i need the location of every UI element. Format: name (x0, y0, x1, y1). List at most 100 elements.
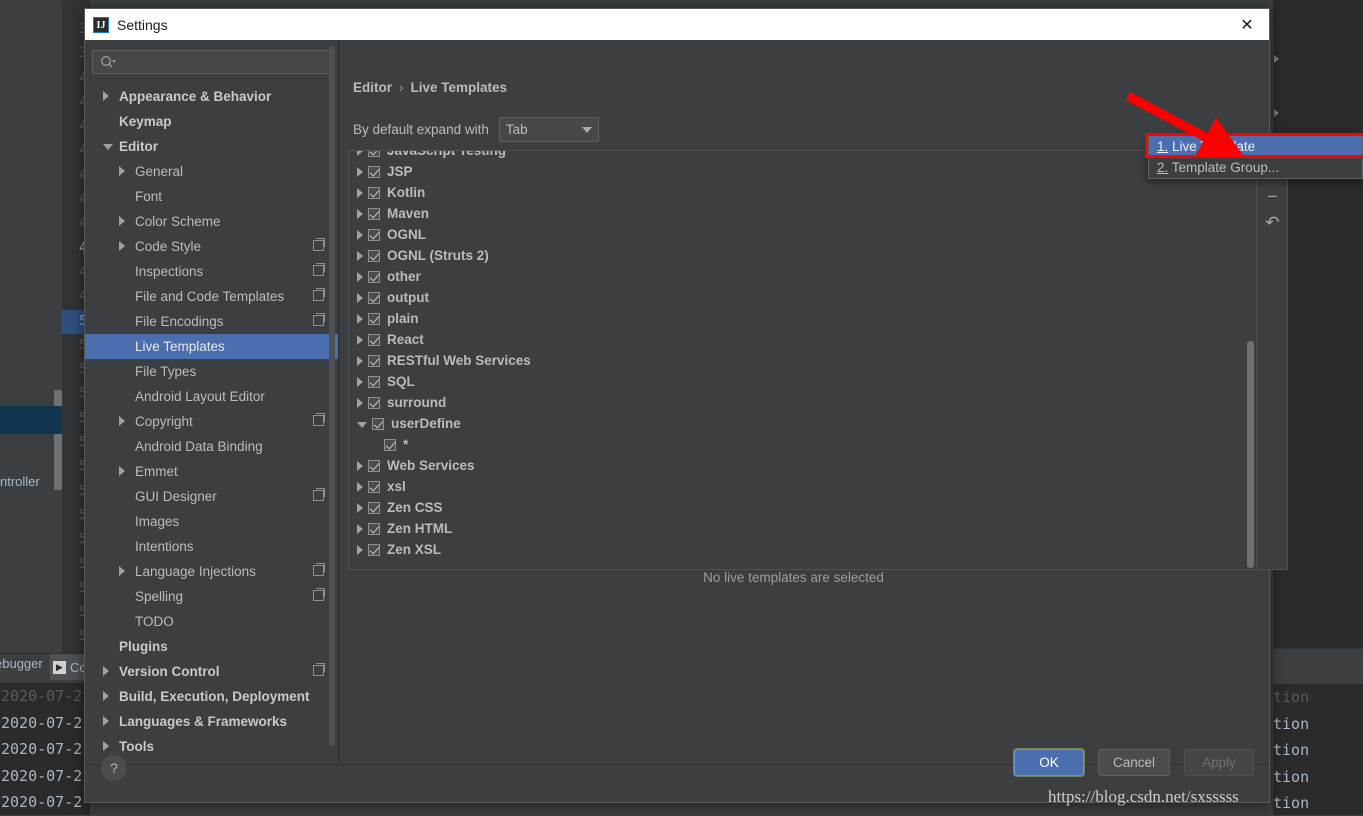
sidebar-item-font[interactable]: Font (85, 184, 338, 209)
expand-with-select[interactable]: Tab (499, 117, 599, 142)
template-group-checkbox[interactable] (368, 250, 380, 262)
chevron-right-icon[interactable] (103, 716, 109, 726)
chevron-right-icon[interactable] (103, 691, 109, 701)
template-group-row[interactable]: OGNL (349, 224, 1256, 245)
chevron-right-icon[interactable] (357, 209, 363, 219)
chevron-right-icon[interactable] (357, 230, 363, 240)
chevron-right-icon[interactable] (357, 150, 363, 156)
template-group-row[interactable]: Zen XSL (349, 539, 1256, 560)
template-group-row[interactable]: * (349, 434, 1256, 455)
template-group-checkbox[interactable] (368, 376, 380, 388)
search-input[interactable] (92, 50, 331, 74)
sidebar-item-general[interactable]: General (85, 159, 338, 184)
sidebar-item-code-style[interactable]: Code Style (85, 234, 338, 259)
sidebar-item-language-injections[interactable]: Language Injections (85, 559, 338, 584)
template-group-row[interactable]: Zen CSS (349, 497, 1256, 518)
chevron-right-icon[interactable] (357, 398, 363, 408)
chevron-right-icon[interactable] (357, 545, 363, 555)
template-group-row[interactable]: Kotlin (349, 182, 1256, 203)
ok-button[interactable]: OK (1014, 749, 1084, 776)
template-group-checkbox[interactable] (368, 523, 380, 535)
chevron-right-icon[interactable] (103, 91, 109, 101)
template-group-row[interactable]: JSP (349, 161, 1256, 182)
template-group-row[interactable]: Zen HTML (349, 518, 1256, 539)
sidebar-item-appearance-behavior[interactable]: Appearance & Behavior (85, 84, 338, 109)
template-group-checkbox[interactable] (384, 439, 396, 451)
sidebar-item-spelling[interactable]: Spelling (85, 584, 338, 609)
apply-button[interactable]: Apply (1184, 749, 1254, 776)
template-group-row[interactable]: RESTful Web Services (349, 350, 1256, 371)
chevron-down-icon[interactable] (103, 144, 113, 150)
template-group-checkbox[interactable] (368, 292, 380, 304)
remove-button[interactable]: − (1260, 184, 1286, 210)
chevron-down-icon[interactable] (357, 422, 367, 428)
chevron-right-icon[interactable] (119, 566, 125, 576)
template-group-row[interactable]: userDefine (349, 413, 1256, 434)
chevron-right-icon[interactable] (357, 482, 363, 492)
sidebar-item-inspections[interactable]: Inspections (85, 259, 338, 284)
sidebar-item-android-data-binding[interactable]: Android Data Binding (85, 434, 338, 459)
template-group-checkbox[interactable] (368, 166, 380, 178)
template-group-checkbox[interactable] (368, 502, 380, 514)
template-group-checkbox[interactable] (368, 334, 380, 346)
template-group-row[interactable]: plain (349, 308, 1256, 329)
sidebar-item-todo[interactable]: TODO (85, 609, 338, 634)
sidebar-item-emmet[interactable]: Emmet (85, 459, 338, 484)
template-group-row[interactable]: other (349, 266, 1256, 287)
template-list-scrollbar[interactable] (1247, 341, 1254, 568)
chevron-right-icon[interactable] (357, 356, 363, 366)
sidebar-item-tools[interactable]: Tools (85, 734, 338, 759)
chevron-right-icon[interactable] (119, 216, 125, 226)
chevron-right-icon[interactable] (357, 335, 363, 345)
sidebar-item-intentions[interactable]: Intentions (85, 534, 338, 559)
sidebar-item-file-types[interactable]: File Types (85, 359, 338, 384)
cancel-button[interactable]: Cancel (1098, 749, 1170, 776)
close-icon[interactable]: ✕ (1225, 9, 1269, 40)
template-group-row[interactable]: SQL (349, 371, 1256, 392)
sidebar-item-languages-frameworks[interactable]: Languages & Frameworks (85, 709, 338, 734)
sidebar-item-editor[interactable]: Editor (85, 134, 338, 159)
template-group-checkbox[interactable] (368, 397, 380, 409)
template-group-checkbox[interactable] (368, 208, 380, 220)
chevron-right-icon[interactable] (357, 503, 363, 513)
chevron-right-icon[interactable] (119, 241, 125, 251)
template-group-checkbox[interactable] (368, 355, 380, 367)
template-group-row[interactable]: Web Services (349, 455, 1256, 476)
background-tab-debugger[interactable]: ebugger (0, 656, 43, 671)
template-group-checkbox[interactable] (368, 271, 380, 283)
sidebar-item-plugins[interactable]: Plugins (85, 634, 338, 659)
sidebar-item-color-scheme[interactable]: Color Scheme (85, 209, 338, 234)
template-group-row[interactable]: xsl (349, 476, 1256, 497)
chevron-right-icon[interactable] (357, 272, 363, 282)
chevron-right-icon[interactable] (357, 251, 363, 261)
sidebar-item-copyright[interactable]: Copyright (85, 409, 338, 434)
sidebar-item-android-layout-editor[interactable]: Android Layout Editor (85, 384, 338, 409)
help-button[interactable]: ? (101, 755, 127, 781)
template-group-checkbox[interactable] (368, 460, 380, 472)
chevron-right-icon[interactable] (357, 377, 363, 387)
template-group-checkbox[interactable] (372, 418, 384, 430)
sidebar-item-version-control[interactable]: Version Control (85, 659, 338, 684)
chevron-right-icon[interactable] (357, 314, 363, 324)
chevron-right-icon[interactable] (357, 188, 363, 198)
sidebar-item-live-templates[interactable]: Live Templates (85, 334, 338, 359)
chevron-right-icon[interactable] (119, 466, 125, 476)
chevron-right-icon[interactable] (357, 461, 363, 471)
chevron-right-icon[interactable] (357, 293, 363, 303)
template-group-row[interactable]: JavaScript Testing (349, 150, 1256, 161)
menu-item-live-template[interactable]: 1. Live Template (1149, 136, 1362, 157)
template-group-checkbox[interactable] (368, 187, 380, 199)
template-group-checkbox[interactable] (368, 544, 380, 556)
chevron-right-icon[interactable] (357, 167, 363, 177)
template-group-checkbox[interactable] (368, 229, 380, 241)
chevron-right-icon[interactable] (103, 666, 109, 676)
menu-item-template-group[interactable]: 2. Template Group... (1149, 157, 1362, 178)
sidebar-item-file-encodings[interactable]: File Encodings (85, 309, 338, 334)
template-group-checkbox[interactable] (368, 481, 380, 493)
sidebar-item-images[interactable]: Images (85, 509, 338, 534)
revert-button[interactable]: ↶ (1260, 210, 1286, 236)
chevron-right-icon[interactable] (357, 524, 363, 534)
sidebar-scrollbar[interactable] (329, 46, 335, 746)
chevron-right-icon[interactable] (119, 166, 125, 176)
sidebar-item-keymap[interactable]: Keymap (85, 109, 338, 134)
